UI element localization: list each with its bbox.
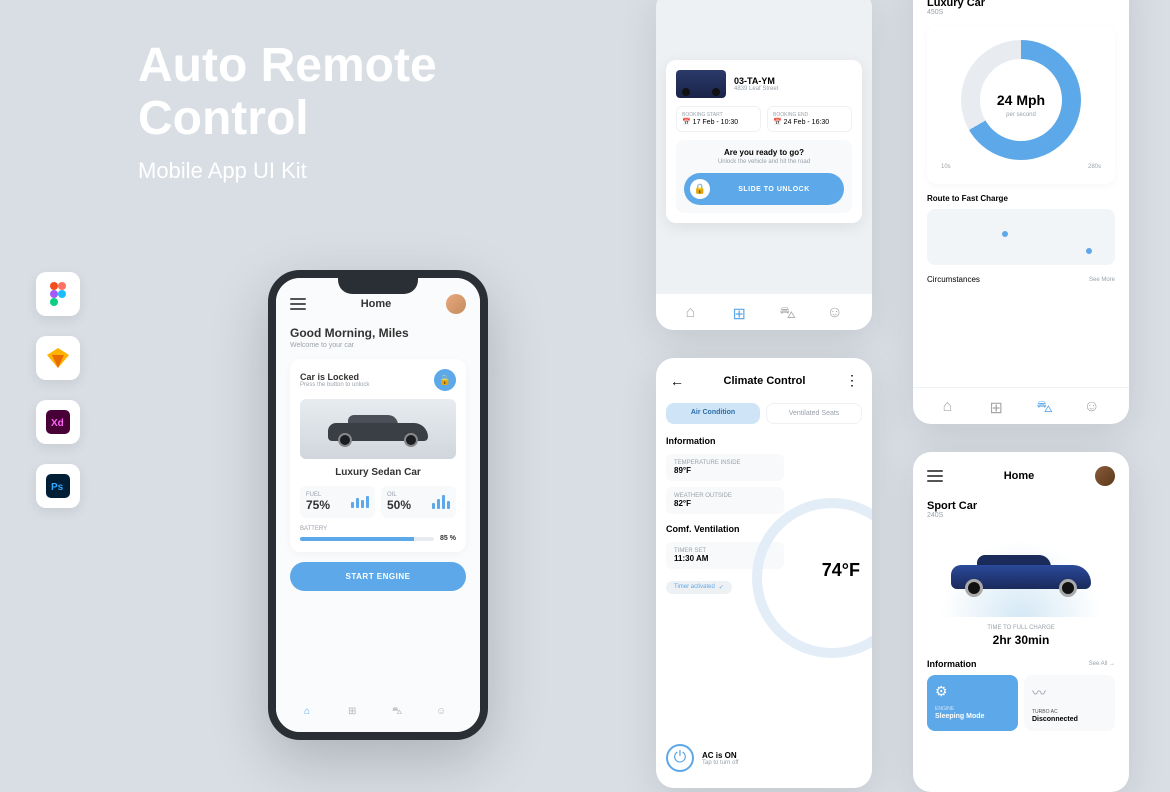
- page-title: Home: [361, 298, 392, 310]
- start-engine-button[interactable]: START ENGINE: [290, 562, 466, 591]
- sport-panel: Home Sport Car 240S TIME TO FULL CHARGE …: [913, 452, 1129, 792]
- car-image: [300, 399, 456, 459]
- lock-icon: 🔒: [690, 179, 710, 199]
- greeting: Good Morning, Miles: [290, 326, 466, 340]
- hero-title: Auto Remote Control: [138, 40, 437, 146]
- model-name: Luxury Car: [927, 0, 1115, 9]
- nav-car-icon[interactable]: ⛍: [1037, 398, 1053, 414]
- more-icon[interactable]: ⋮: [845, 372, 858, 389]
- phone-notch: [338, 276, 418, 294]
- battery-stat: BATTERY 85 %: [300, 526, 456, 542]
- circumstances-title: Circumstances: [927, 275, 980, 284]
- timer-activated-pill: Timer activated ✓: [666, 581, 732, 594]
- sketch-icon: [36, 336, 80, 380]
- nav-profile-icon[interactable]: ☺: [1084, 398, 1100, 414]
- svg-text:Xd: Xd: [51, 418, 64, 429]
- see-all-link[interactable]: See All →: [1089, 661, 1115, 667]
- climate-title: Climate Control: [724, 375, 806, 387]
- bottom-nav: ⌂ ⊞ ⛍ ☺: [290, 706, 466, 722]
- hero-subtitle: Mobile App UI Kit: [138, 158, 307, 184]
- turbo-status-card[interactable]: 〰 TURBO AC Disconnected: [1024, 675, 1115, 731]
- nav-home-icon[interactable]: ⌂: [304, 706, 320, 722]
- charge-label: TIME TO FULL CHARGE: [927, 625, 1115, 631]
- booking-end: BOOKING END 📅 24 Feb - 16:30: [767, 106, 852, 132]
- fuel-stat: FUEL75%: [300, 486, 375, 518]
- nav-car-icon[interactable]: ⛍: [780, 304, 796, 320]
- wind-icon: 〰: [1032, 683, 1107, 703]
- info-heading: Information: [666, 436, 862, 446]
- nav-profile-icon[interactable]: ☺: [827, 304, 843, 320]
- climate-panel: ← Climate Control ⋮ Air Condition Ventil…: [656, 358, 872, 788]
- booking-start: BOOKING START 📅 17 Feb - 10:30: [676, 106, 761, 132]
- nav-profile-icon[interactable]: ☺: [436, 706, 452, 722]
- temperature-dial[interactable]: 74°F: [752, 498, 872, 658]
- booking-card: 03-TA-YM 4839 Leaf Street BOOKING START …: [666, 60, 862, 223]
- control-panel: ← Car Control ⋮ Luxury Car 450S 24 Mph p…: [913, 0, 1129, 424]
- address: 4839 Leaf Street: [734, 86, 778, 92]
- ac-power-button[interactable]: ⏻: [666, 744, 694, 772]
- slide-unlock-button[interactable]: 🔒 SLIDE TO UNLOCK: [684, 173, 844, 205]
- phone-frame: Home Good Morning, Miles Welcome to your…: [268, 270, 488, 740]
- greeting-sub: Welcome to your car: [290, 342, 466, 349]
- tab-ventilated-seats[interactable]: Ventilated Seats: [766, 403, 862, 424]
- booking-panel: 03-TA-YM 4839 Leaf Street BOOKING START …: [656, 0, 872, 330]
- charge-value: 2hr 30min: [927, 633, 1115, 647]
- engine-icon: ⚙: [935, 683, 1010, 700]
- tool-icons: Xd Ps: [36, 272, 80, 508]
- sport-info-title: Information: [927, 659, 977, 669]
- see-more-link[interactable]: See More: [1089, 277, 1115, 283]
- lock-title: Car is Locked: [300, 372, 369, 382]
- route-title: Route to Fast Charge: [927, 194, 1115, 203]
- nav-home-icon[interactable]: ⌂: [943, 398, 959, 414]
- temp-inside-box: TEMPERATURE INSIDE 89°F: [666, 454, 784, 481]
- figma-icon: [36, 272, 80, 316]
- back-icon[interactable]: ←: [670, 373, 684, 389]
- ready-box: Are you ready to go? Unlock the vehicle …: [676, 140, 852, 213]
- sport-code: 240S: [927, 512, 1115, 519]
- nav-map-icon[interactable]: ⊞: [348, 706, 364, 722]
- sport-car-image: [927, 527, 1115, 617]
- car-name: Luxury Sedan Car: [300, 467, 456, 478]
- avatar[interactable]: [446, 294, 466, 314]
- xd-icon: Xd: [36, 400, 80, 444]
- ac-sub: Tap to turn off: [702, 760, 739, 766]
- lock-sub: Press the button to unlock: [300, 382, 369, 388]
- engine-status-card[interactable]: ⚙ ENGINE Sleeping Mode: [927, 675, 1018, 731]
- menu-icon[interactable]: [290, 298, 306, 310]
- route-map[interactable]: [927, 209, 1115, 265]
- sport-title: Home: [1004, 470, 1035, 482]
- license-plate: 03-TA-YM: [734, 76, 778, 86]
- photoshop-icon: Ps: [36, 464, 80, 508]
- menu-icon[interactable]: [927, 470, 943, 482]
- nav-car-icon[interactable]: ⛍: [392, 706, 408, 722]
- nav-map-icon[interactable]: ⊞: [733, 304, 749, 320]
- sport-model: Sport Car: [927, 500, 1115, 512]
- speed-gauge: 24 Mph per second 10s280s: [927, 26, 1115, 184]
- lock-button[interactable]: 🔒: [434, 369, 456, 391]
- nav-home-icon[interactable]: ⌂: [686, 304, 702, 320]
- map-background[interactable]: 03-TA-YM 4839 Leaf Street BOOKING START …: [656, 0, 872, 330]
- main-card: Car is Locked Press the button to unlock…: [290, 359, 466, 552]
- model-code: 450S: [927, 9, 1115, 16]
- oil-stat: OIL50%: [381, 486, 456, 518]
- ac-status: AC is ON: [702, 751, 739, 760]
- car-thumbnail: [676, 70, 726, 98]
- avatar[interactable]: [1095, 466, 1115, 486]
- tab-air-condition[interactable]: Air Condition: [666, 403, 760, 424]
- svg-text:Ps: Ps: [51, 482, 64, 493]
- nav-map-icon[interactable]: ⊞: [990, 398, 1006, 414]
